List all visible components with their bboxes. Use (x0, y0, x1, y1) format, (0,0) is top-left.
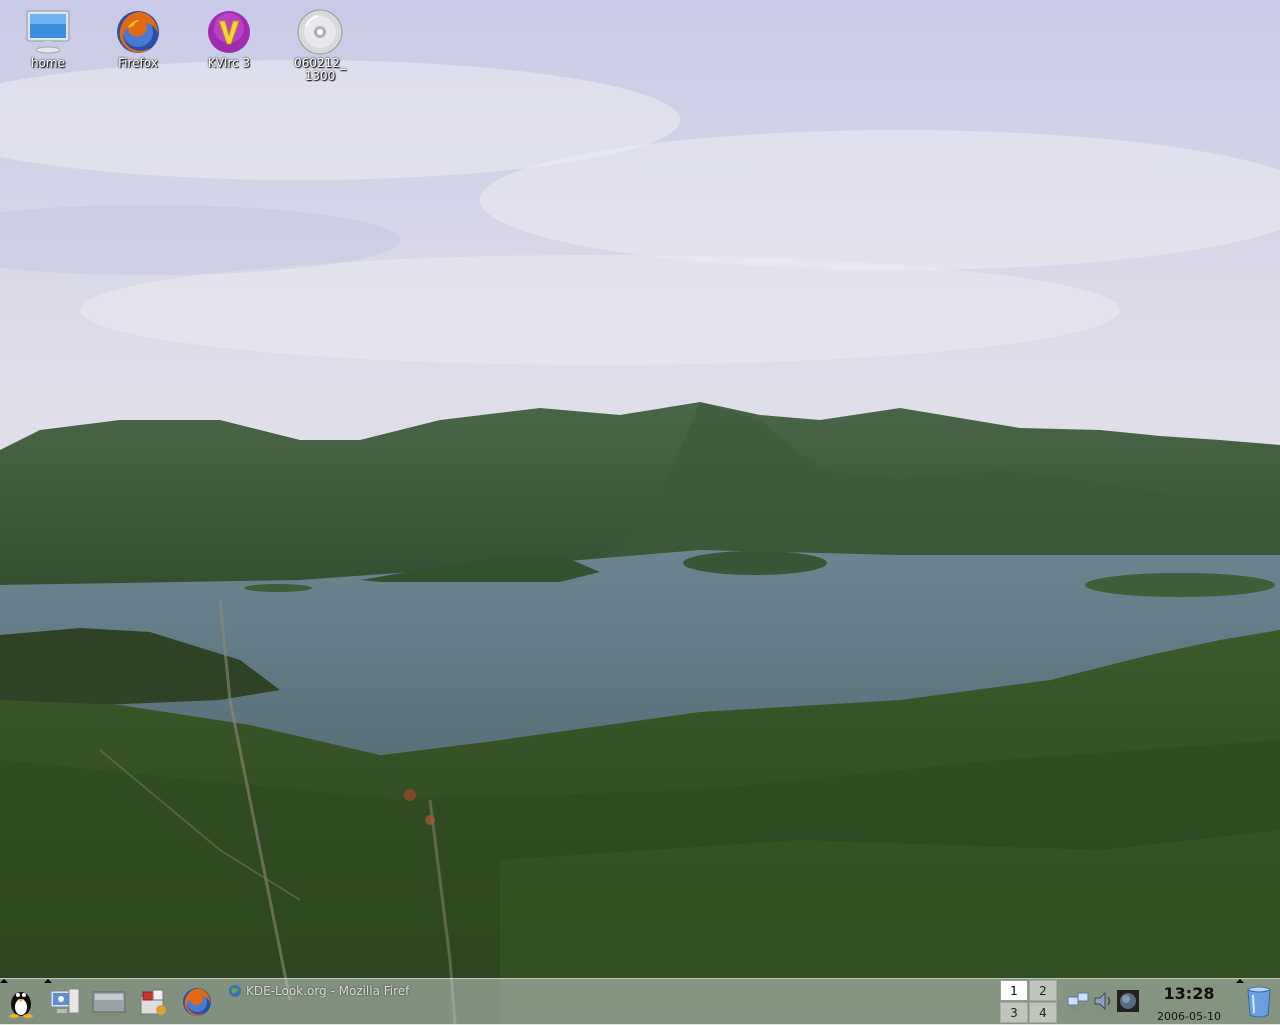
pager-desktop-3[interactable]: 3 (1000, 1002, 1028, 1023)
desktop-icon-firefox[interactable]: Firefox (98, 8, 178, 69)
desktop-icon-label-line1: 060212_ (294, 56, 346, 70)
desktop-pager: 1 2 3 4 (1000, 980, 1058, 1024)
volume-icon[interactable] (1092, 989, 1116, 1013)
desktop-icon-cdrom[interactable]: 060212_ 1300 (280, 8, 360, 82)
desktop-icon-label-line2: 1300 (304, 69, 336, 83)
network-icon[interactable] (1066, 989, 1090, 1013)
pager-desktop-1[interactable]: 1 (1000, 980, 1028, 1001)
desktop-wallpaper (0, 0, 1280, 1024)
kde-menu-button[interactable] (2, 983, 40, 1021)
taskbar-task-firefox[interactable]: KDE-Look.org - Mozilla Firef (228, 981, 418, 1001)
system-settings-button[interactable] (46, 983, 84, 1021)
pager-desktop-2[interactable]: 2 (1029, 980, 1057, 1001)
show-desktop-button[interactable] (90, 983, 128, 1021)
globe-icon (229, 985, 241, 997)
trash-icon (1247, 986, 1271, 1018)
system-settings-icon (50, 988, 80, 1014)
kde-menu-icon (9, 992, 33, 1018)
cdrom-icon (297, 9, 343, 55)
desktop-icon-label: Firefox (118, 56, 158, 70)
clock-date[interactable]: 2006-05-10 (1150, 1010, 1228, 1023)
kicker-panel: KDE-Look.org - Mozilla Firef 1 2 3 4 13:… (0, 978, 1280, 1025)
computer-monitor-icon (26, 10, 70, 54)
clock-time[interactable]: 13:28 (1150, 984, 1228, 1003)
kweather-icon[interactable] (1116, 989, 1140, 1013)
task-title: KDE-Look.org - Mozilla Firef (246, 984, 410, 998)
desktop-icon-home[interactable]: home (8, 8, 88, 69)
package-manager-icon (140, 989, 166, 1015)
desktop-icon-kvirc[interactable]: KVIrc 3 (189, 8, 269, 69)
firefox-icon (183, 988, 211, 1016)
desktop-icon (92, 991, 126, 1013)
firefox-launcher[interactable] (178, 983, 216, 1021)
pager-desktop-4[interactable]: 4 (1029, 1002, 1057, 1023)
desktop-icon-label: home (30, 56, 66, 70)
package-manager-button[interactable] (134, 983, 172, 1021)
desktop-icon-label: KVIrc 3 (207, 56, 251, 70)
kvirc-icon (208, 11, 250, 53)
trash-button[interactable] (1240, 983, 1278, 1021)
firefox-icon (117, 11, 159, 53)
